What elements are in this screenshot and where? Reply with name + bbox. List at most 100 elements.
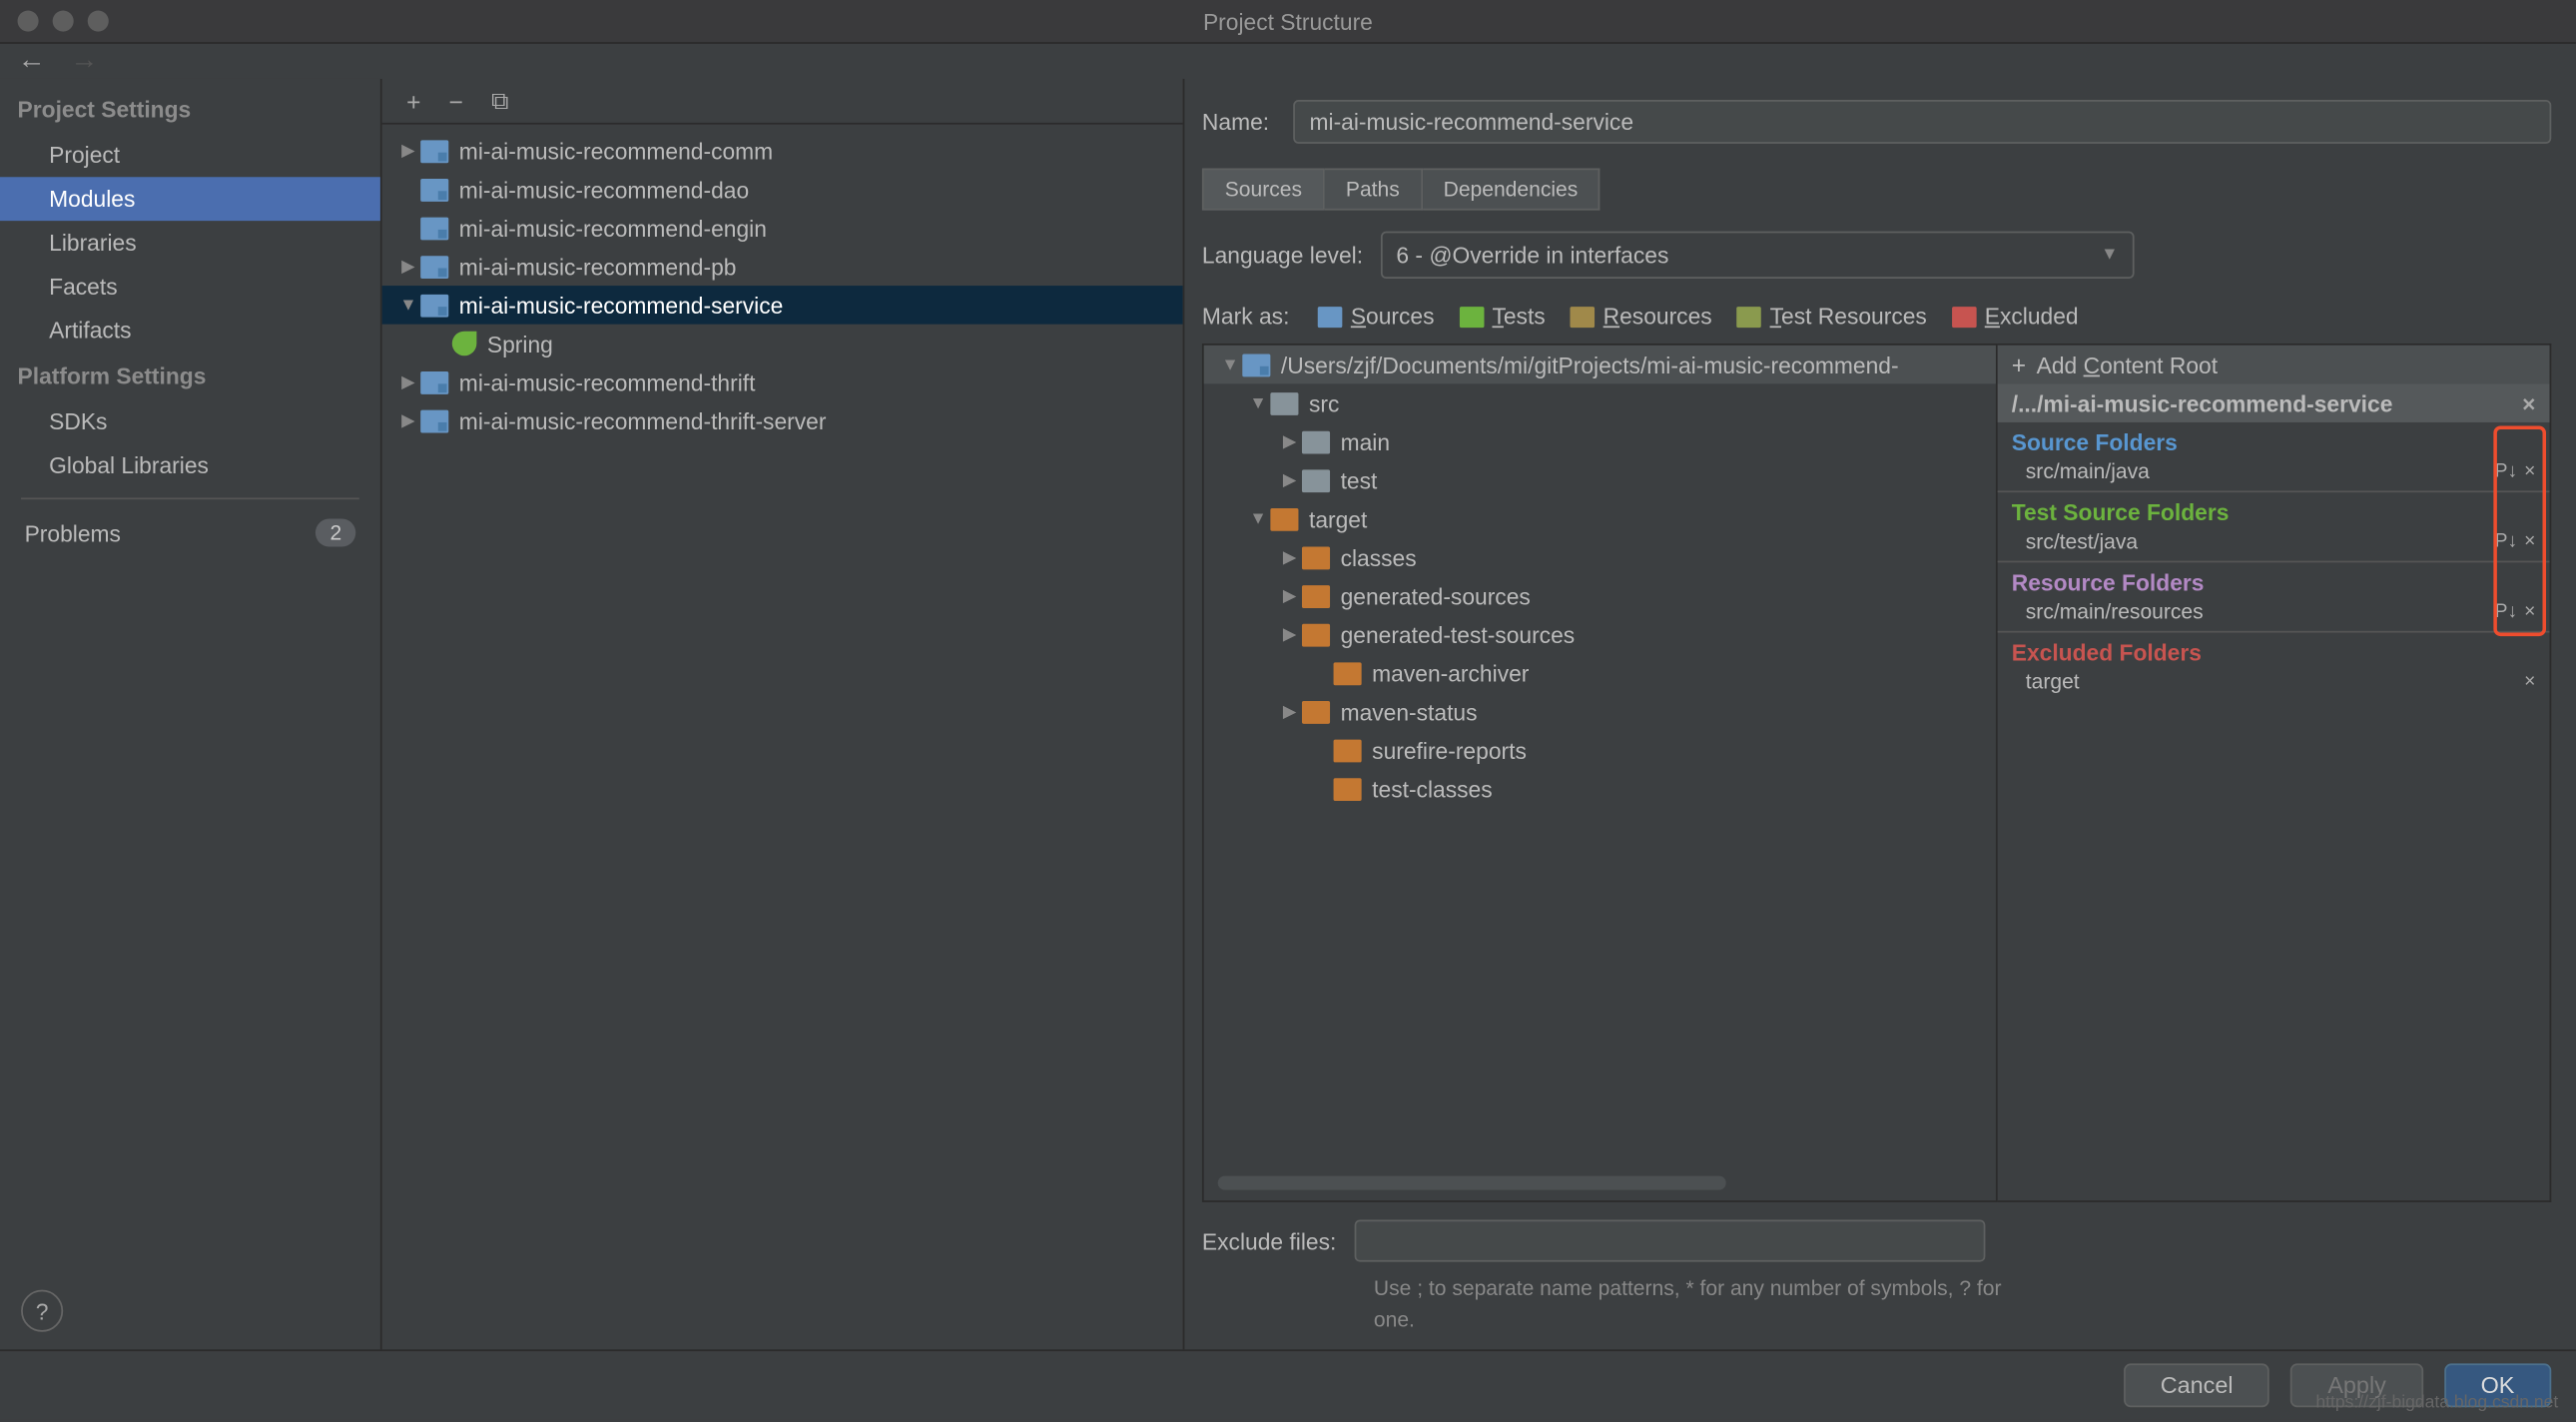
module-icon: [420, 294, 448, 317]
module-label: mi-ai-music-recommend-engin: [459, 215, 767, 241]
add-module-icon[interactable]: +: [406, 87, 420, 115]
exclude-files-input[interactable]: [1354, 1219, 1985, 1261]
tree-arrow-icon[interactable]: ▶: [1277, 702, 1302, 721]
folder-section-heading: Source Folders: [2012, 429, 2536, 455]
remove-folder-icon[interactable]: ×: [2524, 671, 2535, 692]
module-tree-item[interactable]: ▶mi-ai-music-recommend-dao: [382, 170, 1183, 209]
module-label: mi-ai-music-recommend-service: [459, 292, 784, 318]
folder-section: Resource Folderssrc/main/resourcesP↓ ×: [1998, 562, 2550, 632]
tree-arrow-icon[interactable]: ▶: [1277, 625, 1302, 644]
horizontal-scrollbar[interactable]: [1218, 1176, 1726, 1190]
module-tree-item[interactable]: ▼ mi-ai-music-recommend-service: [382, 286, 1183, 325]
nav-forward-icon[interactable]: →: [70, 46, 98, 78]
watermark: https://zjf-bigdata.blog.csdn.net: [2315, 1393, 2558, 1412]
content-root-path: /Users/zjf/Documents/mi/gitProjects/mi-a…: [1281, 352, 1899, 377]
module-label: mi-ai-music-recommend-pb: [459, 254, 737, 280]
module-icon: [420, 217, 448, 240]
sidebar-heading-project: Project Settings: [0, 86, 380, 133]
sidebar-item-artifacts[interactable]: Artifacts: [0, 309, 380, 353]
source-tree-item[interactable]: ▼ src: [1204, 383, 1996, 422]
window-minimize-button[interactable]: [53, 11, 74, 32]
folder-path-row[interactable]: src/main/javaP↓ ×: [2012, 455, 2536, 483]
folder-path-text: src/main/java: [2026, 459, 2150, 484]
tree-arrow-icon[interactable]: ▼: [1246, 393, 1271, 412]
module-tree-item[interactable]: ▶mi-ai-music-recommend-comm: [382, 132, 1183, 171]
markas-test-resources[interactable]: Test Resources: [1736, 304, 1927, 330]
markas-label: Excluded: [1985, 304, 2079, 330]
sidebar-item-libraries[interactable]: Libraries: [0, 221, 380, 265]
folder-path-row[interactable]: target ×: [2012, 666, 2536, 694]
sidebar-item-project[interactable]: Project: [0, 133, 380, 177]
source-tree-item[interactable]: ▶maven-archiver: [1204, 654, 1996, 693]
folder-icon: [1334, 777, 1362, 800]
plus-icon: +: [2012, 351, 2026, 378]
help-button[interactable]: ?: [21, 1290, 63, 1332]
sidebar-item-global-libraries[interactable]: Global Libraries: [0, 443, 380, 487]
tree-arrow-icon[interactable]: ▶: [1277, 470, 1302, 489]
mark-color-icon: [1951, 306, 1976, 327]
window-close-button[interactable]: [18, 11, 39, 32]
tree-arrow-icon[interactable]: ▶: [1277, 547, 1302, 566]
tab-dependencies[interactable]: Dependencies: [1423, 168, 1602, 210]
content-root-tree[interactable]: ▼ /Users/zjf/Documents/mi/gitProjects/mi…: [1202, 344, 1998, 1202]
tab-sources[interactable]: Sources: [1202, 168, 1325, 210]
tab-paths[interactable]: Paths: [1325, 168, 1423, 210]
folder-label: surefire-reports: [1372, 737, 1527, 763]
module-tree-item[interactable]: ▶ mi-ai-music-recommend-thrift-server: [382, 401, 1183, 440]
remove-module-icon[interactable]: −: [449, 87, 463, 115]
sidebar-item-facets[interactable]: Facets: [0, 265, 380, 309]
nav-back-icon[interactable]: ←: [18, 46, 46, 78]
folder-icon: [1302, 468, 1330, 491]
add-content-root-button[interactable]: + Add Content Root: [1998, 346, 2550, 384]
language-level-select[interactable]: 6 - @Override in interfaces ▼: [1381, 232, 2135, 279]
markas-sources[interactable]: Sources: [1317, 304, 1434, 330]
source-tree-item[interactable]: ▶main: [1204, 422, 1996, 461]
source-tree-item[interactable]: ▶ generated-test-sources: [1204, 615, 1996, 654]
tree-arrow-icon[interactable]: ▼: [396, 296, 421, 315]
source-tree-item[interactable]: ▶maven-status: [1204, 692, 1996, 731]
folder-icon: [1270, 507, 1298, 530]
tree-arrow-icon[interactable]: ▶: [1277, 432, 1302, 451]
source-tree-item[interactable]: ▶surefire-reports: [1204, 731, 1996, 770]
sidebar-item-sdks[interactable]: SDKs: [0, 399, 380, 443]
tree-arrow-icon[interactable]: ▼: [1246, 509, 1271, 528]
source-tree-item[interactable]: ▼target: [1204, 499, 1996, 538]
tree-arrow-icon[interactable]: ▶: [1277, 586, 1302, 605]
markas-label: Resources: [1604, 304, 1712, 330]
window-zoom-button[interactable]: [88, 11, 109, 32]
remove-content-root-icon[interactable]: ×: [2522, 389, 2535, 415]
module-tree-item[interactable]: ▶mi-ai-music-recommend-engin: [382, 209, 1183, 248]
module-facet-item[interactable]: ▶Spring: [382, 325, 1183, 363]
module-tree-item[interactable]: ▶ mi-ai-music-recommend-pb: [382, 247, 1183, 286]
folder-label: generated-test-sources: [1341, 621, 1576, 647]
source-tree-item[interactable]: ▶generated-sources: [1204, 576, 1996, 615]
sidebar-item-problems[interactable]: Problems 2: [0, 510, 380, 556]
tree-arrow-icon[interactable]: ▶: [396, 257, 421, 276]
tree-arrow-icon[interactable]: ▶: [396, 372, 421, 391]
source-tree-item[interactable]: ▶test: [1204, 461, 1996, 500]
folder-section: Excluded Folderstarget×: [1998, 633, 2550, 701]
markas-excluded[interactable]: Excluded: [1951, 304, 2078, 330]
folder-icon: [1302, 584, 1330, 607]
module-name-input[interactable]: [1294, 100, 2552, 144]
tree-arrow-icon[interactable]: ▶: [396, 141, 421, 160]
folder-path-row[interactable]: src/test/javaP↓ ×: [2012, 526, 2536, 554]
copy-module-icon[interactable]: ⧉: [491, 86, 509, 116]
folder-path-row[interactable]: src/main/resourcesP↓ ×: [2012, 596, 2536, 624]
module-tree[interactable]: ▶mi-ai-music-recommend-comm▶mi-ai-music-…: [382, 125, 1183, 1350]
problems-label: Problems: [25, 519, 121, 545]
tree-arrow-icon[interactable]: ▶: [396, 411, 421, 430]
module-tree-item[interactable]: ▶mi-ai-music-recommend-thrift: [382, 362, 1183, 401]
markas-tests[interactable]: Tests: [1459, 304, 1546, 330]
source-tree-item[interactable]: ▶test-classes: [1204, 769, 1996, 808]
module-label: mi-ai-music-recommend-thrift-server: [459, 407, 827, 433]
exclude-hint: Use ; to separate name patterns, * for a…: [1374, 1272, 2022, 1335]
source-tree-item[interactable]: ▶classes: [1204, 538, 1996, 577]
sidebar-item-modules[interactable]: Modules: [0, 177, 380, 221]
name-label: Name:: [1202, 109, 1269, 135]
folder-section-heading: Test Source Folders: [2012, 499, 2536, 525]
folder-path-text: target: [2026, 669, 2080, 694]
markas-resources[interactable]: Resources: [1570, 304, 1711, 330]
folder-label: src: [1309, 389, 1339, 415]
cancel-button[interactable]: Cancel: [2124, 1363, 2270, 1407]
